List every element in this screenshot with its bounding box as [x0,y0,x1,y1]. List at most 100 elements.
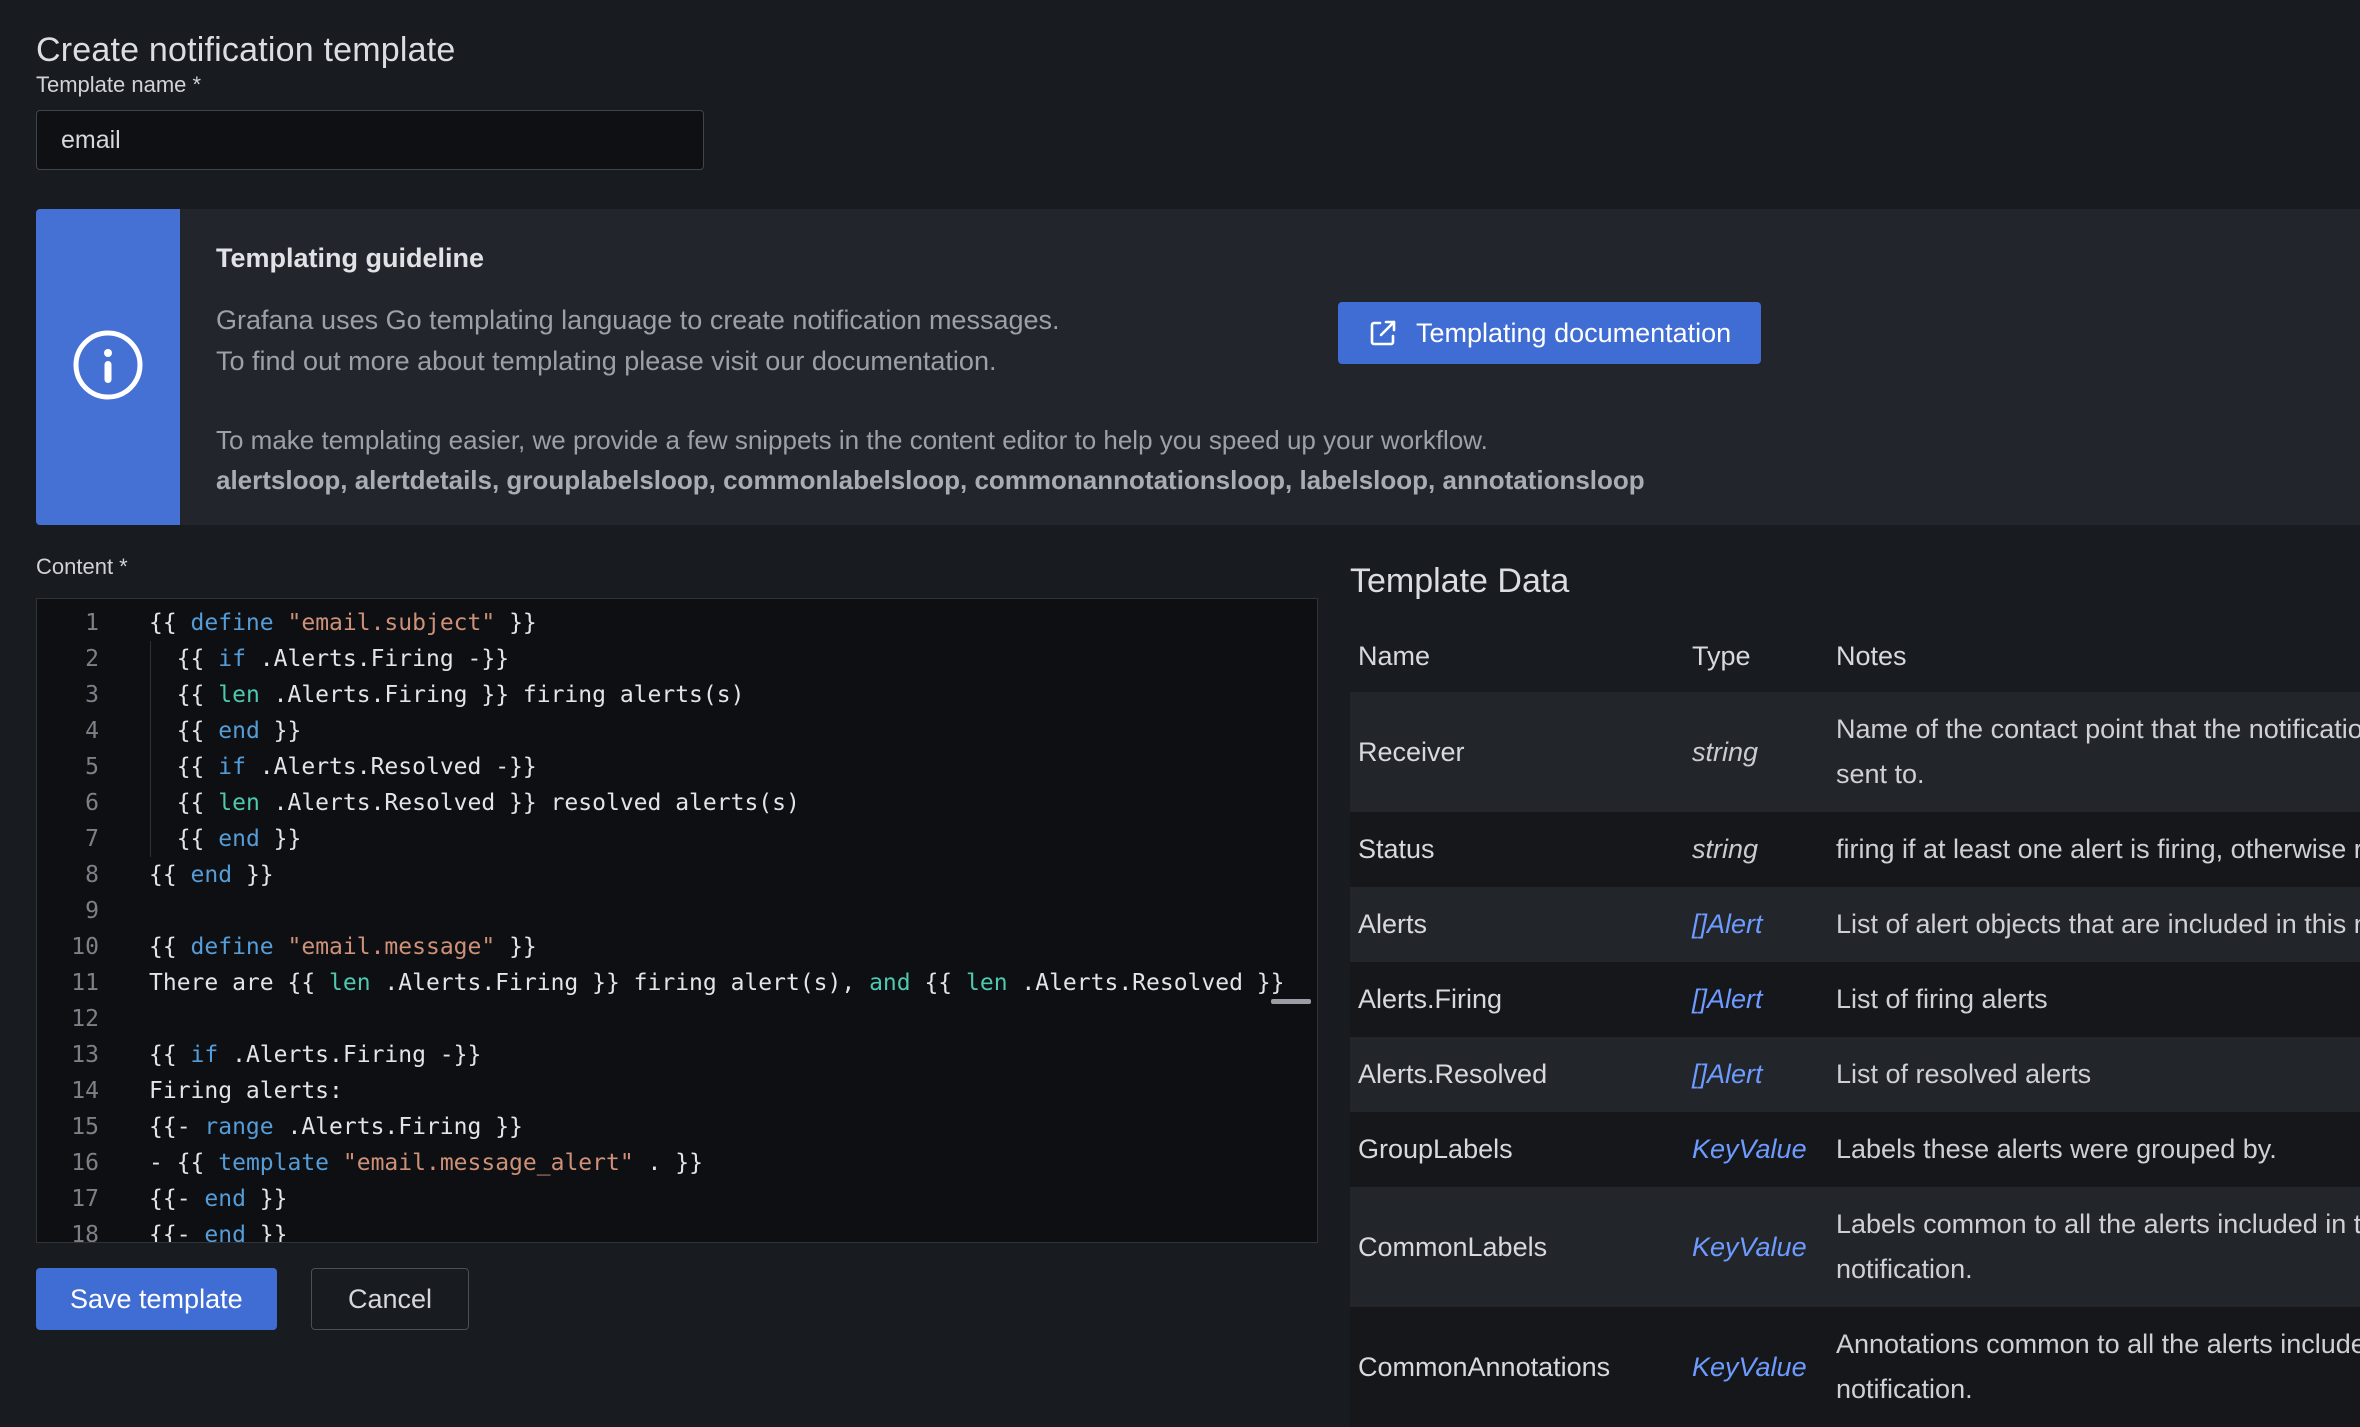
field-type-link[interactable]: KeyValue [1692,1352,1836,1383]
code-text: {{- end }} [99,1181,287,1217]
code-text: {{ len .Alerts.Resolved }} resolved aler… [99,785,800,821]
column-header-type: Type [1692,642,1836,670]
field-type-link[interactable]: KeyValue [1692,1134,1836,1165]
templating-guideline-callout: Templating guideline Grafana uses Go tem… [36,209,2360,525]
code-text: {{- range .Alerts.Firing }} [99,1109,523,1145]
field-notes: Labels common to all the alerts included… [1836,1187,2360,1307]
line-number: 9 [37,893,99,929]
template-data-header: Name Type Notes [1350,634,2360,692]
code-text: - {{ template "email.message_alert" . }} [99,1145,703,1181]
code-line: 10{{ define "email.message" }} [37,929,1317,965]
template-data-rows: ReceiverstringName of the contact point … [1350,692,2360,1427]
line-number: 4 [37,713,99,749]
code-text: {{ len .Alerts.Firing }} firing alerts(s… [99,677,744,713]
snippets-intro: To make templating easier, we provide a … [216,420,2360,460]
code-text: Firing alerts: [99,1073,343,1109]
code-text [99,1001,149,1037]
field-name: CommonLabels [1358,1232,1692,1263]
code-line: 13{{ if .Alerts.Firing -}} [37,1037,1317,1073]
line-number: 11 [37,965,99,1001]
template-name-input[interactable] [36,110,704,170]
code-text: {{ if .Alerts.Firing -}} [99,1037,481,1073]
field-type-link[interactable]: []Alert [1692,909,1836,940]
field-name: Alerts [1358,909,1692,940]
code-line: 1{{ define "email.subject" }} [37,605,1317,641]
cancel-button[interactable]: Cancel [311,1268,469,1330]
line-number: 1 [37,605,99,641]
field-notes: List of firing alerts [1836,962,2360,1037]
field-name: Status [1358,834,1692,865]
code-text: {{ define "email.message" }} [99,929,537,965]
field-notes: firing if at least one alert is firing, … [1836,812,2360,887]
code-text: {{ end }} [99,821,301,857]
template-data-row: ReceiverstringName of the contact point … [1350,692,2360,812]
external-link-icon [1368,318,1398,348]
guideline-title: Templating guideline [216,243,2360,274]
code-line: 11There are {{ len .Alerts.Firing }} fir… [37,965,1317,1001]
templating-documentation-label: Templating documentation [1416,318,1731,349]
field-name: Alerts.Firing [1358,984,1692,1015]
code-lines: 1{{ define "email.subject" }}2 {{ if .Al… [37,599,1317,1243]
line-number: 7 [37,821,99,857]
line-number: 10 [37,929,99,965]
template-data-row: Alerts.Firing[]AlertList of firing alert… [1350,962,2360,1037]
code-line: 2 {{ if .Alerts.Firing -}} [37,641,1317,677]
code-line: 17{{- end }} [37,1181,1317,1217]
code-line: 7 {{ end }} [37,821,1317,857]
code-text: {{ end }} [99,857,274,893]
template-data-row: Alerts.Resolved[]AlertList of resolved a… [1350,1037,2360,1112]
line-number: 5 [37,749,99,785]
field-name: Alerts.Resolved [1358,1059,1692,1090]
column-header-name: Name [1358,642,1692,670]
field-notes: List of alert objects that are included … [1836,887,2360,962]
field-type: string [1692,737,1836,768]
field-notes: List of resolved alerts [1836,1037,2360,1112]
content-label: Content * [36,554,128,580]
template-data-row: Alerts[]AlertList of alert objects that … [1350,887,2360,962]
template-data-row: CommonAnnotationsKeyValueAnnotations com… [1350,1307,2360,1427]
snippets-block: To make templating easier, we provide a … [216,420,2360,500]
code-text: {{ if .Alerts.Resolved -}} [99,749,537,785]
field-type: string [1692,834,1836,865]
template-data-row: Statusstringfiring if at least one alert… [1350,812,2360,887]
code-line: 14Firing alerts: [37,1073,1317,1109]
template-data-row: CommonLabelsKeyValueLabels common to all… [1350,1187,2360,1307]
code-line: 4 {{ end }} [37,713,1317,749]
code-text: There are {{ len .Alerts.Firing }} firin… [99,965,1285,1001]
code-text: {{- end }} [99,1217,287,1243]
line-number: 8 [37,857,99,893]
field-notes: Annotations common to all the alerts inc… [1836,1307,2360,1427]
code-line: 18{{- end }} [37,1217,1317,1243]
line-number: 16 [37,1145,99,1181]
template-data-panel: Template Data Name Type Notes Receiverst… [1350,560,2360,1427]
info-icon [71,328,145,407]
line-number: 18 [37,1217,99,1243]
field-notes: Labels these alerts were grouped by. [1836,1112,2360,1187]
field-type-link[interactable]: KeyValue [1692,1232,1836,1263]
field-type-link[interactable]: []Alert [1692,984,1836,1015]
template-data-row: GroupLabelsKeyValueLabels these alerts w… [1350,1112,2360,1187]
code-text [99,893,149,929]
line-number: 3 [37,677,99,713]
line-number: 14 [37,1073,99,1109]
field-name: Receiver [1358,737,1692,768]
line-number: 2 [37,641,99,677]
templating-documentation-button[interactable]: Templating documentation [1338,302,1761,364]
code-text: {{ define "email.subject" }} [99,605,537,641]
code-line: 15{{- range .Alerts.Firing }} [37,1109,1317,1145]
code-text: {{ end }} [99,713,301,749]
content-code-editor[interactable]: 1{{ define "email.subject" }}2 {{ if .Al… [36,598,1318,1243]
code-line: 3 {{ len .Alerts.Firing }} firing alerts… [37,677,1317,713]
code-text: {{ if .Alerts.Firing -}} [99,641,509,677]
field-type-link[interactable]: []Alert [1692,1059,1836,1090]
guideline-text-line2: To find out more about templating please… [216,341,2360,382]
save-template-button[interactable]: Save template [36,1268,277,1330]
callout-accent-bar [36,209,180,525]
template-data-title: Template Data [1350,560,2360,602]
code-line: 12 [37,1001,1317,1037]
create-notification-template-page: Create notification template Template na… [0,0,2360,1396]
column-header-notes: Notes [1836,642,2360,670]
field-name: GroupLabels [1358,1134,1692,1165]
field-name: CommonAnnotations [1358,1352,1692,1383]
template-name-label: Template name * [36,72,201,98]
